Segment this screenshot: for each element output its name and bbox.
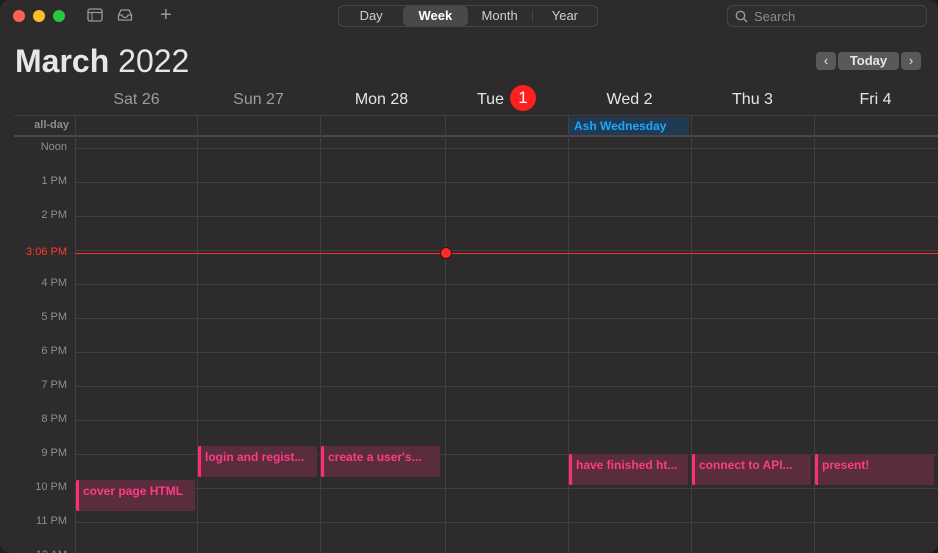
hour-line: [75, 317, 938, 319]
current-time-dot: [440, 246, 452, 259]
all-day-divider: [197, 115, 198, 137]
next-week-button[interactable]: ›: [901, 52, 921, 70]
all-day-divider: [75, 115, 76, 137]
day-header-0[interactable]: Sat 26: [75, 88, 198, 112]
day-column-divider: [320, 138, 321, 553]
hour-label: 8 PM: [41, 412, 67, 425]
calendar-event[interactable]: login and regist...: [198, 445, 317, 477]
hour-label: 11 PM: [36, 514, 67, 527]
calendar-list-icon[interactable]: [87, 8, 103, 22]
close-window-button[interactable]: [13, 10, 25, 22]
day-column-divider: [691, 138, 692, 553]
day-column-divider: [814, 138, 815, 553]
tab-year[interactable]: Year: [533, 6, 597, 26]
view-switcher: Day Week Month Year: [338, 5, 598, 27]
day-header-2[interactable]: Mon 28: [320, 88, 443, 112]
calendar-event[interactable]: have finished ht...: [569, 454, 688, 486]
hour-line: [75, 147, 938, 149]
hour-label: 10 PM: [35, 480, 67, 493]
inbox-icon[interactable]: [117, 8, 133, 22]
page-title: March 2022: [15, 41, 189, 81]
hour-line: [75, 181, 938, 183]
calendar-event[interactable]: connect to API...: [692, 454, 811, 486]
today-button[interactable]: Today: [838, 52, 899, 70]
day-header-label: Sun 27: [233, 91, 284, 108]
day-header-1[interactable]: Sun 27: [197, 88, 320, 112]
hour-line: [75, 385, 938, 387]
all-day-divider: [568, 115, 569, 137]
add-event-button[interactable]: +: [160, 4, 172, 26]
day-header-label: Sat 26: [113, 91, 160, 108]
day-column-divider: [445, 138, 446, 553]
year-title: 2022: [118, 43, 190, 79]
day-header-label: Fri 4: [859, 91, 892, 108]
search-input[interactable]: [754, 6, 922, 26]
all-day-divider: [320, 115, 321, 137]
day-column-divider: [197, 138, 198, 553]
search-field[interactable]: [727, 5, 927, 27]
hour-line: [75, 283, 938, 285]
hour-label: 5 PM: [41, 310, 67, 323]
hour-label: Noon: [40, 140, 67, 153]
today-date-badge: 1: [509, 85, 536, 112]
all-day-label: all-day: [34, 119, 69, 131]
minimize-window-button[interactable]: [33, 10, 45, 22]
current-time-label: 3:06 PM: [26, 245, 67, 258]
day-header-6[interactable]: Fri 4: [814, 88, 937, 112]
all-day-row: [14, 115, 938, 137]
week-grid: Noon 1 PM 2 PM 4 PM 5 PM 6 PM 7 PM 8 PM 9 PM 10 P…: [0, 138, 938, 553]
hour-line: [75, 521, 938, 523]
hour-label: 9 PM: [41, 446, 67, 459]
current-time-line: [75, 252, 938, 254]
hour-label: 2 PM: [41, 208, 67, 221]
all-day-divider: [691, 115, 692, 137]
hour-line: [75, 487, 938, 489]
search-icon: [735, 10, 748, 23]
calendar-window: + Day Week Month Year March 2022 ‹ Today…: [0, 0, 938, 553]
zoom-window-button[interactable]: [53, 10, 65, 22]
all-day-divider: [814, 115, 815, 137]
tab-week[interactable]: Week: [403, 6, 468, 26]
day-header-label: Mon 28: [354, 91, 409, 108]
tab-day[interactable]: Day: [339, 6, 403, 26]
hour-line: [75, 215, 938, 217]
all-day-event[interactable]: Ash Wednesday: [569, 117, 689, 135]
hour-label: 4 PM: [41, 276, 67, 289]
previous-week-button[interactable]: ‹: [816, 52, 836, 70]
day-header-label: Wed 2: [606, 91, 653, 108]
hour-label: 1 PM: [41, 174, 67, 187]
all-day-divider: [445, 115, 446, 137]
hour-label: 6 PM: [41, 344, 67, 357]
hour-label: 12 AM: [0, 549, 67, 553]
calendar-event[interactable]: cover page HTML: [76, 479, 195, 511]
day-header-4[interactable]: Wed 2: [568, 88, 691, 112]
day-header-label: Tue: [477, 91, 504, 108]
month-title: March: [15, 43, 110, 79]
calendar-event[interactable]: create a user's...: [321, 445, 440, 477]
day-column-divider: [568, 138, 569, 553]
day-header-label: Thu 3: [732, 91, 773, 108]
tab-month[interactable]: Month: [468, 6, 532, 26]
hour-line: [75, 351, 938, 353]
hour-line: [75, 249, 938, 251]
day-header-5[interactable]: Thu 3: [691, 88, 814, 112]
hour-label: 7 PM: [41, 378, 67, 391]
day-header-3[interactable]: Tue 1: [445, 85, 568, 112]
calendar-event[interactable]: present!: [815, 454, 934, 486]
hour-line: [75, 419, 938, 421]
toolbar: + Day Week Month Year: [0, 0, 938, 32]
